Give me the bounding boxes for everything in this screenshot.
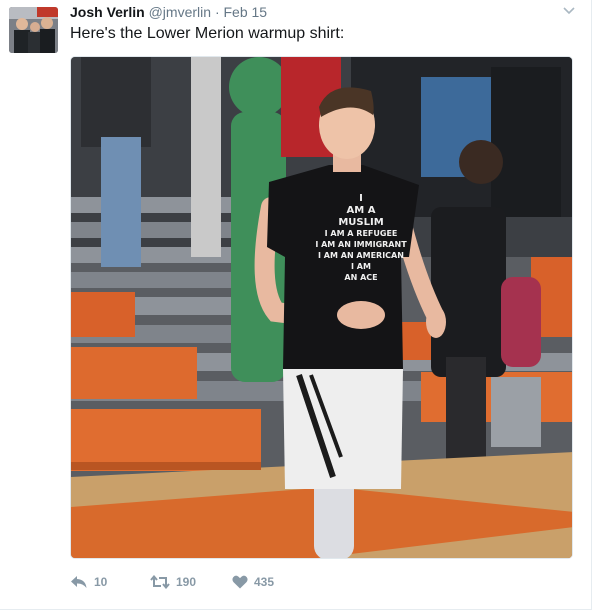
shirt-line-4: I AM A REFUGEE bbox=[325, 229, 398, 238]
header-separator: · bbox=[214, 4, 220, 20]
reply-icon bbox=[71, 576, 87, 588]
tweet-actions: 10 190 435 bbox=[70, 572, 550, 592]
shirt-line-2: AM A bbox=[347, 205, 376, 216]
heart-icon bbox=[232, 575, 248, 589]
like-button[interactable]: 435 bbox=[232, 572, 274, 592]
shirt-line-6: I AM AN AMERICAN bbox=[318, 251, 404, 260]
shirt-line-3: MUSLIM bbox=[338, 217, 383, 228]
author-handle[interactable]: @jmverlin bbox=[149, 4, 211, 20]
photo-gym-warmup: I AM A MUSLIM I AM A REFUGEE I AM AN IMM… bbox=[71, 57, 572, 558]
tweet-text: Here's the Lower Merion warmup shirt: bbox=[70, 25, 345, 42]
reply-button[interactable]: 10 bbox=[70, 572, 107, 592]
tweet-header: Josh Verlin @jmverlin · Feb 15 bbox=[70, 3, 267, 21]
avatar[interactable] bbox=[9, 7, 58, 53]
author-name[interactable]: Josh Verlin bbox=[70, 4, 145, 20]
reply-count: 10 bbox=[94, 575, 108, 589]
retweet-button[interactable]: 190 bbox=[150, 572, 196, 592]
retweet-icon bbox=[150, 575, 170, 589]
shirt-line-1: I bbox=[359, 193, 363, 204]
like-count: 435 bbox=[254, 575, 275, 589]
avatar-image bbox=[9, 7, 58, 53]
tweet-date[interactable]: Feb 15 bbox=[224, 4, 268, 20]
shirt-line-7: I AM bbox=[351, 262, 371, 271]
shirt-line-5: I AM AN IMMIGRANT bbox=[315, 240, 407, 249]
chevron-down-icon[interactable] bbox=[562, 4, 576, 16]
retweet-count: 190 bbox=[176, 575, 197, 589]
shirt-line-8: AN ACE bbox=[344, 273, 377, 282]
tweet-card: Josh Verlin @jmverlin · Feb 15 Here's th… bbox=[0, 0, 592, 610]
tweet-media-photo[interactable]: I AM A MUSLIM I AM A REFUGEE I AM AN IMM… bbox=[70, 56, 573, 559]
